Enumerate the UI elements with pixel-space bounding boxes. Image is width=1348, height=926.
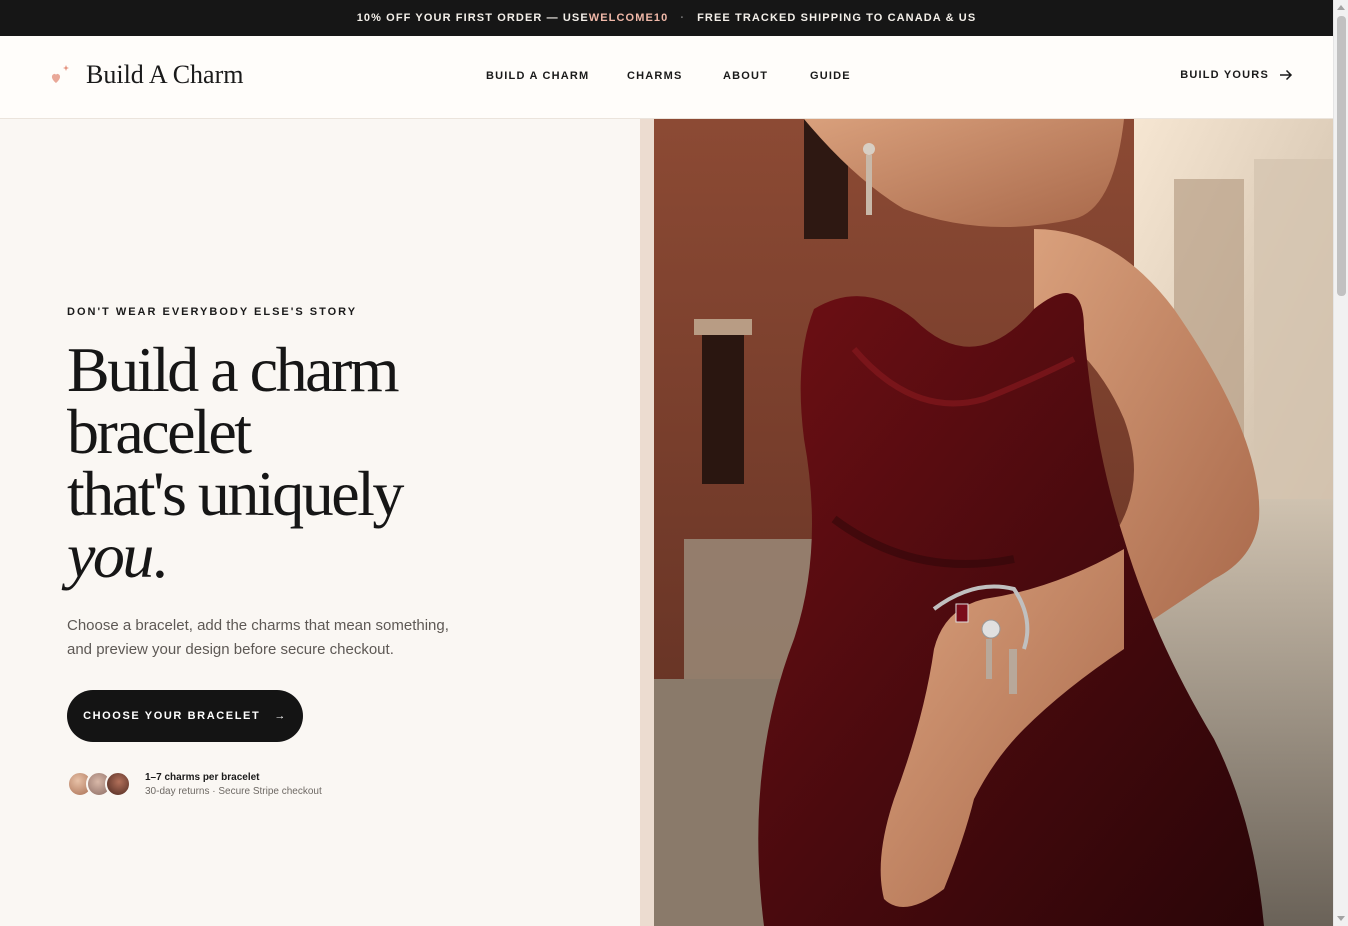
- announcement-text: 10% OFF YOUR FIRST ORDER — USE: [356, 12, 589, 24]
- build-yours-link[interactable]: BUILD YOURS: [1180, 69, 1293, 81]
- announcement-separator: ·: [680, 12, 686, 24]
- hero-image: [654, 119, 1333, 926]
- scroll-thumb[interactable]: [1337, 16, 1346, 296]
- promo-code: WELCOME10: [588, 12, 669, 24]
- logo-text: Build A Charm: [86, 60, 244, 89]
- avatar: [105, 771, 131, 797]
- hero-content: DON'T WEAR EVERYBODY ELSE'S STORY Build …: [0, 119, 640, 926]
- hero-subtext: Choose a bracelet, add the charms that m…: [67, 617, 449, 658]
- nav-guide[interactable]: GUIDE: [810, 70, 851, 82]
- trust-text: 1–7 charms per bracelet 30-day returns ·…: [145, 772, 322, 797]
- scroll-up-icon[interactable]: [1337, 5, 1345, 10]
- trust-subtitle: 30-day returns · Secure Stripe checkout: [145, 785, 322, 797]
- customer-avatars: [67, 771, 131, 797]
- nav-about[interactable]: ABOUT: [723, 70, 768, 82]
- trust-title: 1–7 charms per bracelet: [145, 771, 260, 783]
- headline-line-2: bracelet: [67, 396, 252, 467]
- headline-line-1: Build a charm: [67, 334, 400, 405]
- build-yours-label: BUILD YOURS: [1180, 69, 1269, 81]
- headline-line-3: that's uniquely: [67, 458, 404, 529]
- model-bracelet-photo: [654, 119, 1333, 926]
- choose-bracelet-label: CHOOSE YOUR BRACELET: [83, 710, 261, 722]
- heart-sparkle-icon: [50, 63, 72, 87]
- trust-row: 1–7 charms per bracelet 30-day returns ·…: [67, 771, 322, 797]
- announcement-bar: 10% OFF YOUR FIRST ORDER — USE WELCOME10…: [0, 0, 1333, 36]
- scrollbar[interactable]: [1333, 0, 1348, 926]
- site-header: Build A Charm BUILD A CHARM CHARMS ABOUT…: [0, 36, 1333, 119]
- nav-build-a-charm[interactable]: BUILD A CHARM: [486, 70, 589, 82]
- hero-headline: Build a charm bracelet that's uniquely y…: [67, 338, 487, 588]
- nav-charms[interactable]: CHARMS: [627, 70, 682, 82]
- hero-divider: [640, 119, 654, 926]
- scroll-down-icon[interactable]: [1337, 916, 1345, 921]
- headline-period: .: [151, 520, 168, 591]
- choose-bracelet-button[interactable]: CHOOSE YOUR BRACELET →: [67, 690, 303, 742]
- headline-emphasis: you: [67, 520, 154, 591]
- arrow-right-icon: →: [274, 710, 287, 722]
- arrow-right-icon: [1280, 69, 1293, 81]
- hero-eyebrow: DON'T WEAR EVERYBODY ELSE'S STORY: [67, 306, 358, 318]
- shipping-text: FREE TRACKED SHIPPING TO CANADA & US: [697, 12, 977, 24]
- logo[interactable]: Build A Charm: [50, 60, 243, 90]
